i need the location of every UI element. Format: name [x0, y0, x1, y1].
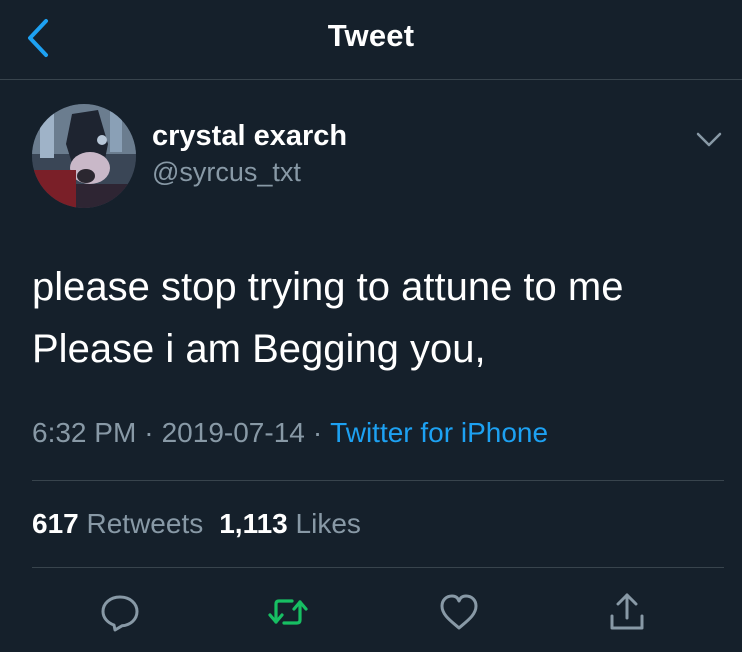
share-icon — [610, 593, 644, 630]
tweet-source-link[interactable]: Twitter for iPhone — [330, 417, 548, 448]
tweet-time: 6:32 PM — [32, 417, 137, 448]
retweets-stat[interactable]: 617 Retweets — [32, 508, 203, 540]
likes-label: Likes — [295, 508, 361, 539]
meta-separator: · — [144, 417, 154, 448]
chevron-down-icon — [696, 132, 722, 147]
reply-button[interactable] — [98, 590, 142, 634]
likes-count: 1,113 — [219, 508, 288, 539]
tweet-meta: 6:32 PM · 2019-07-14 · Twitter for iPhone — [32, 417, 548, 449]
retweets-label: Retweets — [86, 508, 204, 539]
retweet-button[interactable] — [266, 590, 310, 634]
tweet-date: 2019-07-14 — [161, 417, 305, 448]
display-name[interactable]: crystal exarch — [152, 120, 347, 153]
likes-stat[interactable]: 1,113 Likes — [219, 508, 361, 540]
avatar[interactable] — [32, 104, 136, 208]
tweet-text-line: Please i am Begging you, — [32, 327, 486, 371]
top-bar: Tweet — [0, 0, 742, 80]
like-button[interactable] — [437, 590, 481, 634]
like-icon — [440, 594, 478, 630]
page-title: Tweet — [327, 18, 415, 53]
divider — [32, 480, 724, 481]
user-handle[interactable]: @syrcus_txt — [152, 157, 301, 188]
avatar-image — [32, 104, 136, 208]
share-button[interactable] — [605, 590, 649, 634]
retweets-count: 617 — [32, 508, 79, 539]
retweet-icon — [268, 599, 308, 625]
tweet-text-line: please stop trying to attune to me — [32, 265, 624, 309]
more-options-button[interactable] — [694, 130, 724, 150]
divider — [32, 567, 724, 568]
tweet-text: please stop trying to attune to me Pleas… — [32, 256, 722, 380]
tweet-stats: 617 Retweets 1,113 Likes — [32, 508, 361, 540]
reply-icon — [101, 595, 139, 632]
meta-separator: · — [312, 417, 323, 448]
